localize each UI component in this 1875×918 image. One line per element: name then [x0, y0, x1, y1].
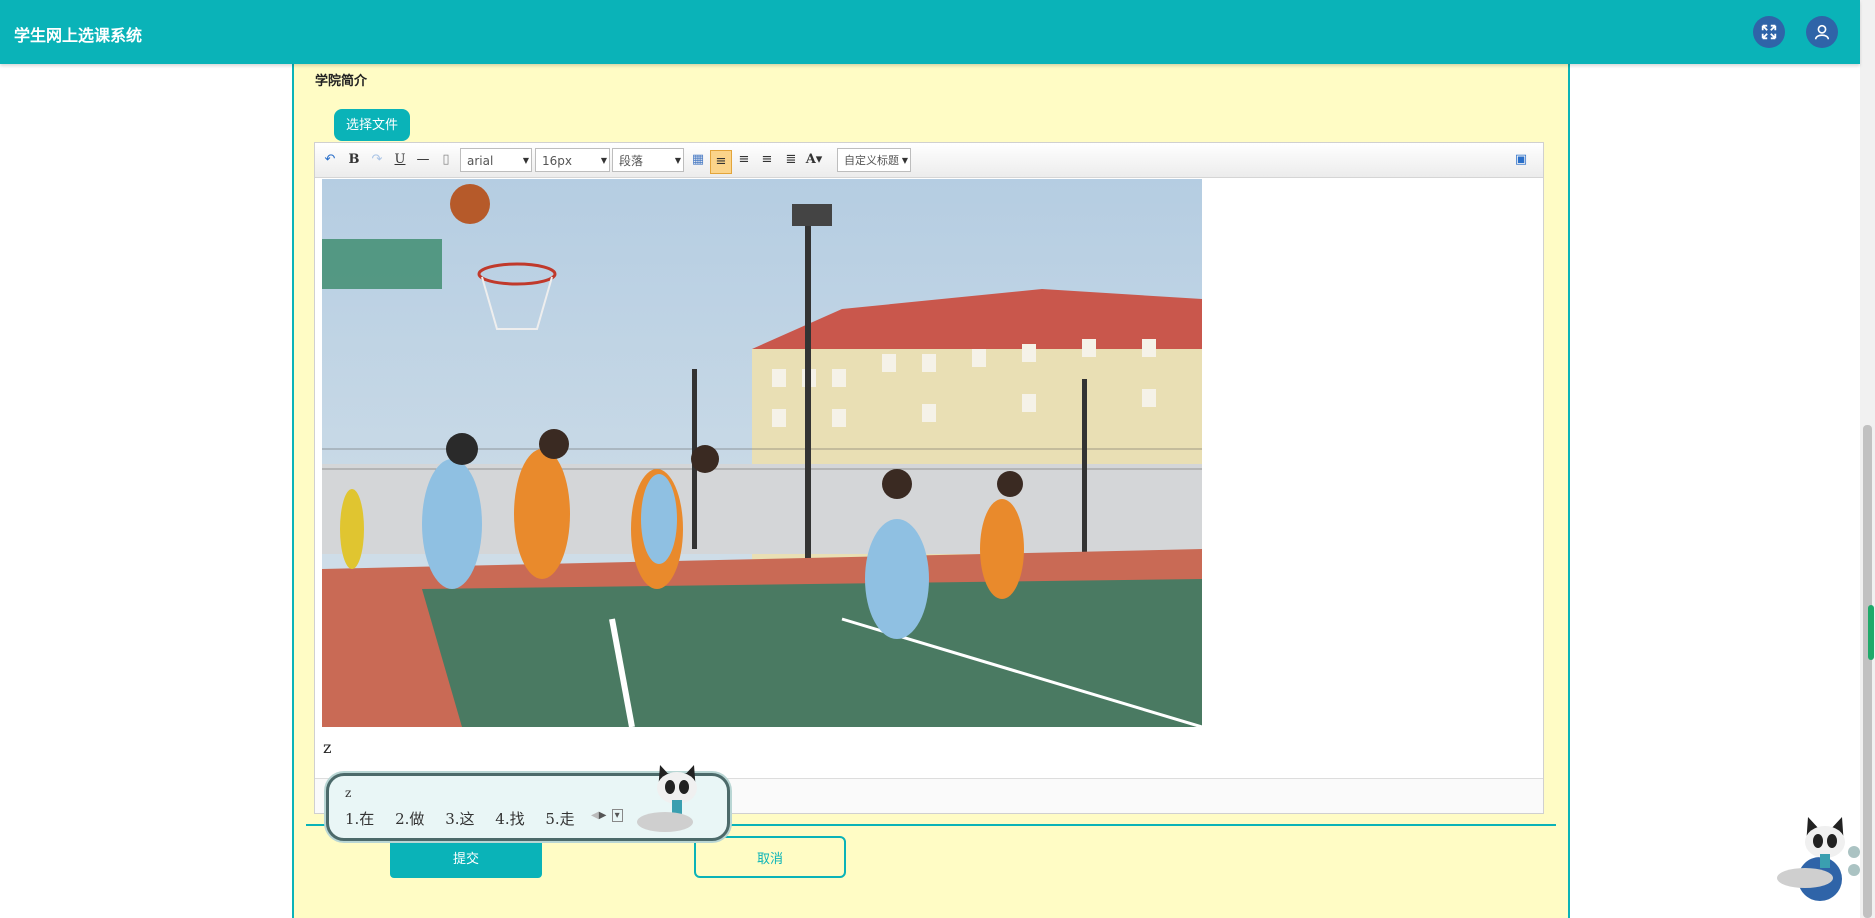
custom-title-select[interactable]: 自定义标题 ▼: [837, 148, 911, 172]
college-intro-label: 学院简介: [315, 74, 368, 89]
chevron-down-icon: ▼: [600, 156, 607, 165]
chevron-down-icon: ▼: [901, 156, 908, 165]
paragraph-select[interactable]: 段落 ▼: [612, 148, 684, 172]
chevron-left-icon[interactable]: ◀: [591, 810, 599, 821]
ime-candidate[interactable]: 5.走: [545, 810, 574, 828]
chevron-right-icon[interactable]: ▶: [599, 810, 607, 821]
font-family-select[interactable]: arial ▼: [460, 148, 532, 172]
undo-icon[interactable]: ↶: [321, 151, 339, 169]
scrollbar-thumb[interactable]: [1863, 425, 1872, 918]
scrollbar-marker: [1868, 605, 1874, 660]
user-button[interactable]: [1806, 16, 1838, 48]
submit-button[interactable]: 提交: [390, 836, 542, 878]
ime-composition: z: [345, 786, 352, 800]
choose-file-button[interactable]: 选择文件: [334, 109, 411, 141]
basketball-photo: [322, 179, 1202, 727]
ime-candidate[interactable]: 1.在: [345, 810, 374, 828]
editor-content[interactable]: z: [315, 178, 1543, 778]
preview-icon[interactable]: ▣: [1512, 151, 1530, 169]
expand-down-icon[interactable]: ▾: [611, 809, 623, 822]
font-size-select[interactable]: 16px ▼: [535, 148, 610, 172]
ime-candidate[interactable]: 2.做: [395, 810, 424, 828]
horizontal-rule-icon[interactable]: —: [414, 151, 432, 169]
redo-icon[interactable]: ↷: [368, 151, 386, 169]
page-scrollbar[interactable]: [1860, 0, 1875, 918]
bold-icon[interactable]: B: [345, 151, 363, 169]
ime-candidate[interactable]: 4.找: [495, 810, 524, 828]
align-center-icon[interactable]: ≡: [758, 151, 776, 169]
align-left-icon[interactable]: ≡: [710, 150, 732, 174]
chevron-down-icon: ▼: [522, 156, 529, 165]
top-header: 学生网上选课系统: [0, 0, 1860, 64]
fullscreen-button[interactable]: [1753, 16, 1785, 48]
rich-text-editor[interactable]: ↶ B ↷ U — ▯ arial ▼ 16px ▼ 段落 ▼ ▦ ≡ ≡ ≡ ≣ A…: [314, 142, 1544, 814]
underline-icon[interactable]: U: [391, 151, 409, 169]
chevron-down-icon: ▼: [674, 156, 681, 165]
table-icon[interactable]: ▦: [689, 151, 707, 169]
typed-text: z: [323, 738, 332, 757]
expand-icon: [1761, 24, 1777, 40]
ime-mascot-icon: [637, 765, 697, 832]
floating-mascot-icon: [1777, 817, 1860, 888]
ime-candidate[interactable]: 3.这: [445, 810, 474, 828]
align-right-icon[interactable]: ≡: [735, 151, 753, 169]
user-icon: [1814, 24, 1830, 40]
ime-page-nav[interactable]: ◀▶ ▾: [591, 809, 623, 822]
editor-toolbar: ↶ B ↷ U — ▯ arial ▼ 16px ▼ 段落 ▼ ▦ ≡ ≡ ≡ ≣ A…: [315, 143, 1543, 178]
ime-candidates: 1.在 2.做 3.这 4.找 5.走: [345, 808, 591, 829]
justify-icon[interactable]: ≣: [782, 151, 800, 169]
app-title: 学生网上选课系统: [14, 26, 143, 45]
cancel-button[interactable]: 取消: [694, 836, 846, 878]
paste-icon[interactable]: ▯: [437, 151, 455, 169]
font-color-icon[interactable]: A▾: [805, 151, 823, 169]
